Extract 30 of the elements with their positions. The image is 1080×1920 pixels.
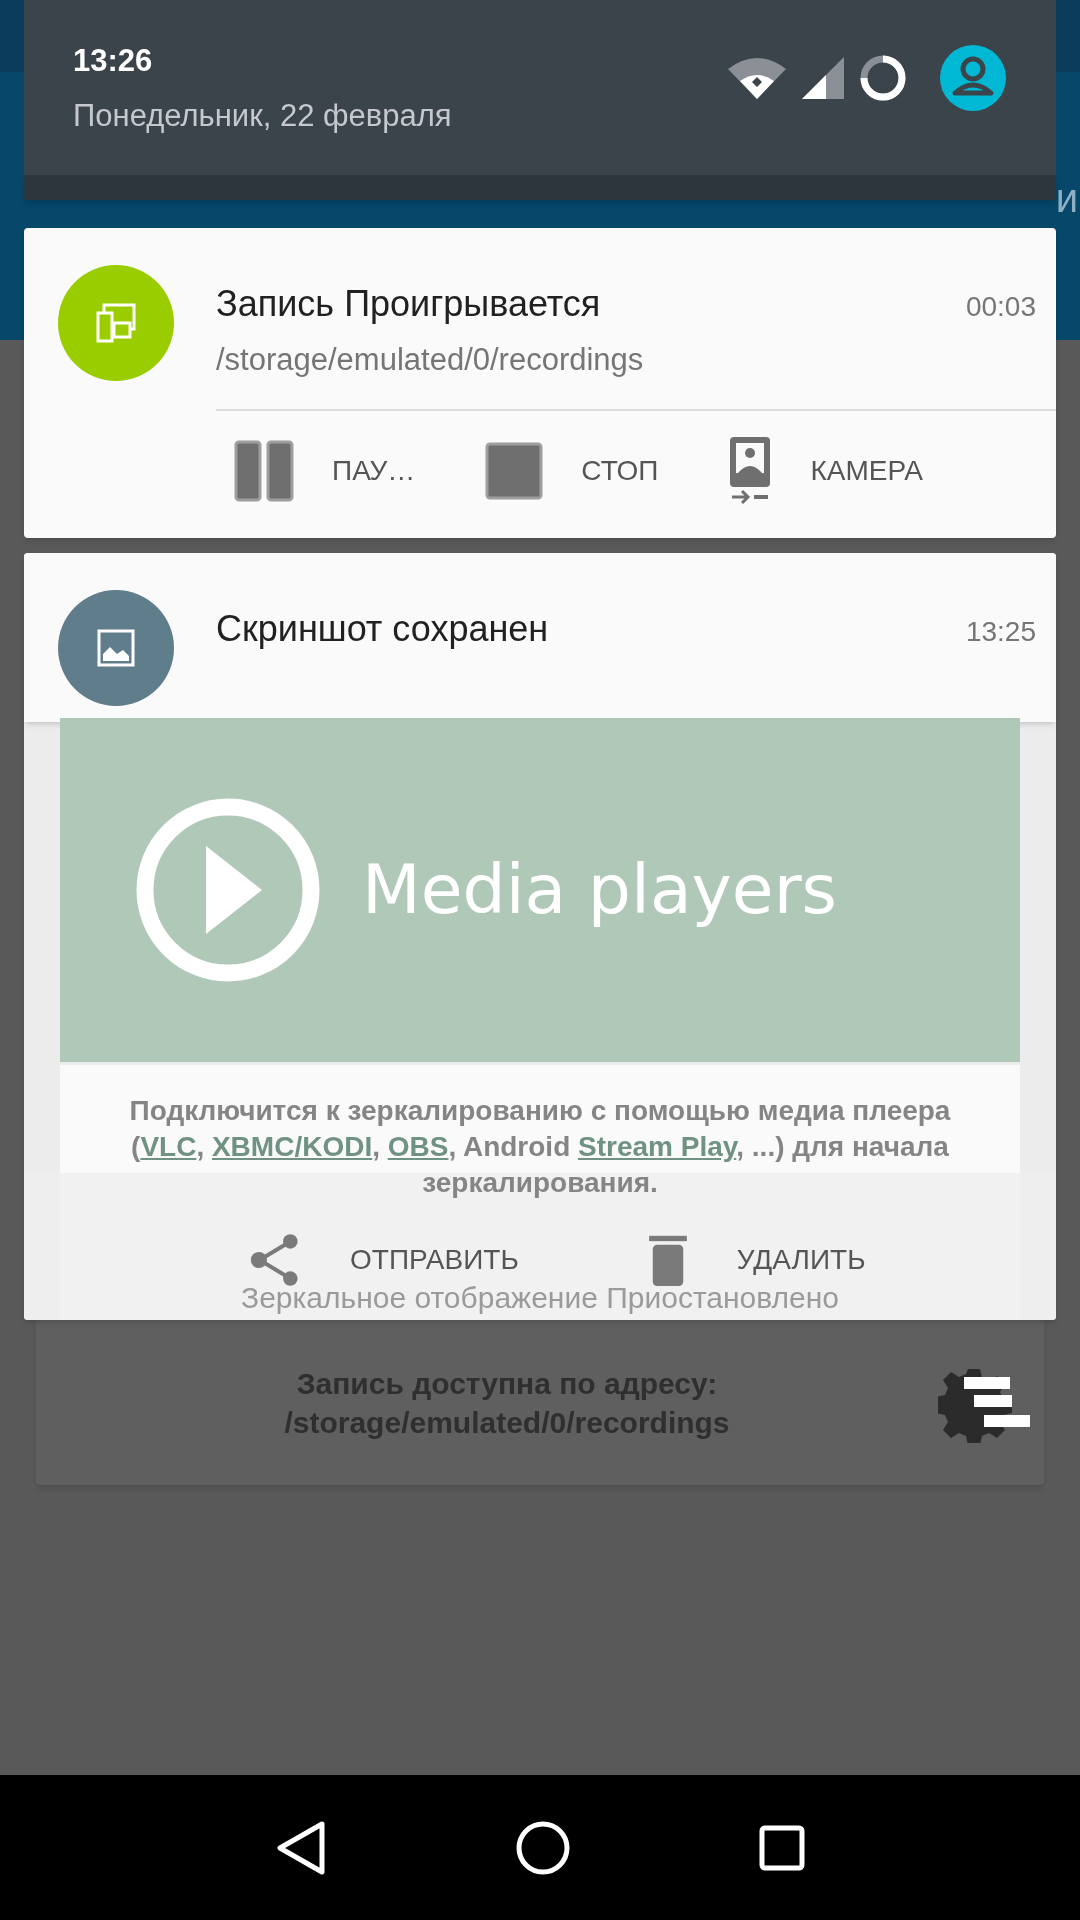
- stop-icon: [485, 441, 544, 500]
- preview-paragraph: Подключится к зеркалированию с помощью медиа плеера (VLC, XBMC/KODI, OBS, Android Stream Play, ...) для начала зеркалирования.: [128, 1094, 952, 1200]
- app-title-text: и: [1055, 175, 1078, 222]
- play-icon: [136, 798, 320, 982]
- trash-icon: [648, 1234, 687, 1286]
- clock-text: 13:26: [73, 42, 154, 80]
- notification-text: /storage/emulated/0/recordings: [216, 341, 645, 379]
- date-text: Понедельник, 22 февраля: [73, 96, 453, 135]
- recents-icon[interactable]: [759, 1824, 806, 1871]
- notification-time: 13:25: [965, 615, 1036, 649]
- user-avatar-icon[interactable]: [940, 44, 1006, 111]
- notification-time: 00:03: [965, 290, 1036, 324]
- notification-card[interactable]: Запись Проигрывается 00:03 /storage/emulated/0/recordings ПАУ… СТОП КАМЕРА: [24, 228, 1056, 538]
- action-button[interactable]: КАМЕРА: [728, 434, 923, 507]
- back-icon[interactable]: [274, 1819, 327, 1876]
- battery-ring-icon[interactable]: [860, 54, 906, 101]
- devices-icon: [94, 301, 138, 345]
- signal-icon[interactable]: [802, 56, 844, 99]
- action-button[interactable]: ПАУ…: [234, 439, 416, 502]
- image-icon: [96, 628, 136, 668]
- share-icon: [250, 1233, 300, 1287]
- notification-title: Запись Проигрывается: [216, 282, 601, 326]
- wifi-icon[interactable]: [728, 56, 786, 99]
- portrait-camera-icon: [728, 434, 773, 507]
- pause-icon: [234, 439, 294, 502]
- action-button[interactable]: СТОП: [485, 441, 659, 500]
- notification-title: Скриншот сохранен: [216, 607, 549, 651]
- notification-card[interactable]: [24, 553, 1056, 1320]
- home-icon[interactable]: [516, 1820, 570, 1875]
- banner-title: Media players: [362, 849, 838, 931]
